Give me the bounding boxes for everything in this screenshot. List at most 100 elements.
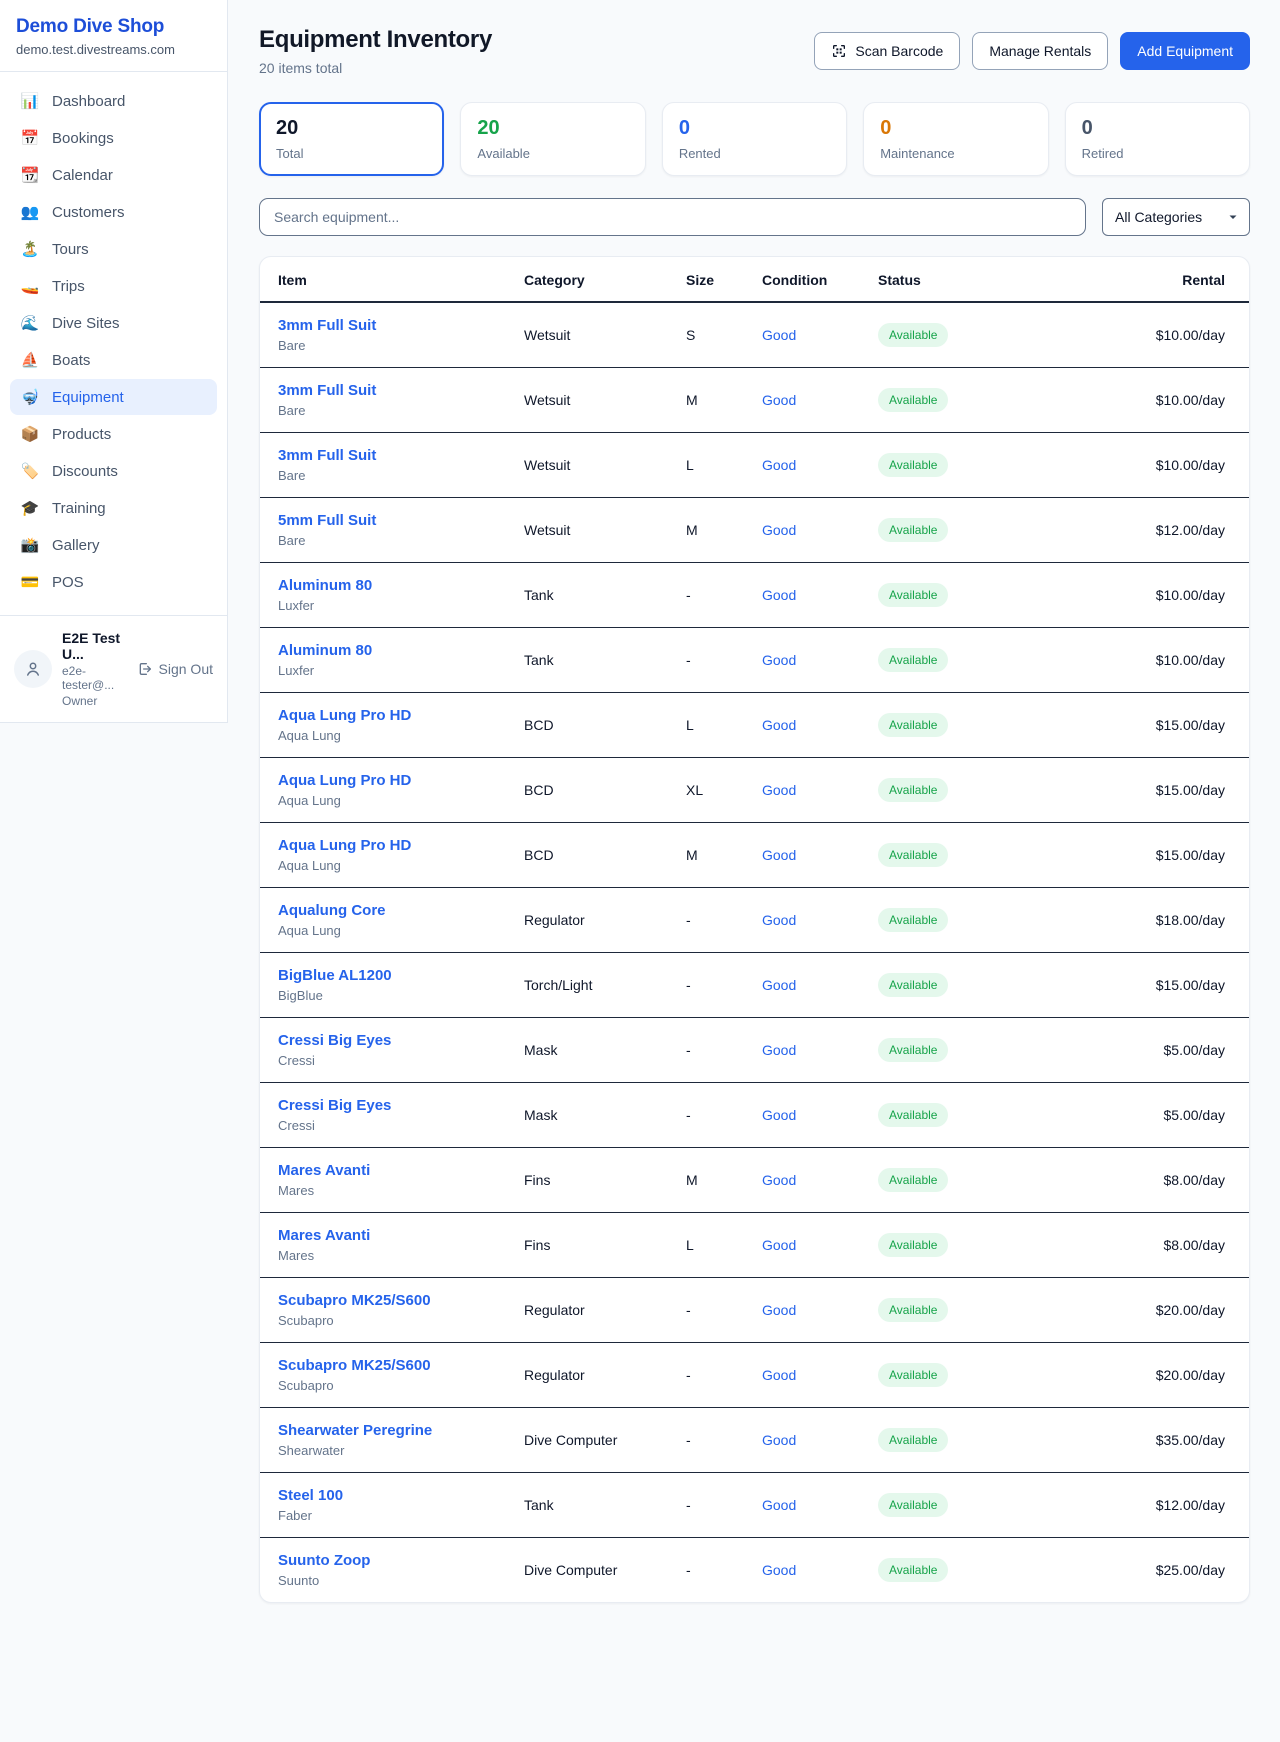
condition-link[interactable]: Good <box>762 1497 796 1513</box>
item-rental-price: $10.00/day <box>1028 302 1249 368</box>
item-size: M <box>670 368 746 433</box>
item-name-link[interactable]: Aqua Lung Pro HD <box>278 772 492 789</box>
item-name-link[interactable]: Mares Avanti <box>278 1162 492 1179</box>
item-rental-price: $20.00/day <box>1028 1343 1249 1408</box>
status-badge: Available <box>878 323 948 347</box>
item-category: Wetsuit <box>508 498 670 563</box>
status-badge: Available <box>878 843 948 867</box>
credit-card-icon: 💳 <box>20 573 40 591</box>
condition-link[interactable]: Good <box>762 1367 796 1383</box>
condition-link[interactable]: Good <box>762 1432 796 1448</box>
search-input[interactable] <box>259 198 1086 236</box>
sidebar-item-gallery[interactable]: 📸 Gallery <box>10 527 217 563</box>
item-name-link[interactable]: 3mm Full Suit <box>278 447 492 464</box>
item-name-link[interactable]: BigBlue AL1200 <box>278 967 492 984</box>
stat-label: Maintenance <box>880 146 1031 161</box>
condition-link[interactable]: Good <box>762 1562 796 1578</box>
scan-barcode-button[interactable]: Scan Barcode <box>814 32 960 70</box>
scan-barcode-label: Scan Barcode <box>855 43 943 59</box>
item-category: BCD <box>508 823 670 888</box>
item-rental-price: $15.00/day <box>1028 823 1249 888</box>
sign-out-button[interactable]: Sign Out <box>137 661 213 677</box>
condition-link[interactable]: Good <box>762 652 796 668</box>
item-name-link[interactable]: Aluminum 80 <box>278 642 492 659</box>
condition-link[interactable]: Good <box>762 587 796 603</box>
column-header-status: Status <box>862 257 1028 302</box>
item-name-link[interactable]: Scubapro MK25/S600 <box>278 1292 492 1309</box>
condition-link[interactable]: Good <box>762 522 796 538</box>
add-equipment-label: Add Equipment <box>1137 43 1233 59</box>
stat-card-available[interactable]: 20 Available <box>460 102 645 176</box>
condition-link[interactable]: Good <box>762 717 796 733</box>
item-name-link[interactable]: 3mm Full Suit <box>278 382 492 399</box>
condition-link[interactable]: Good <box>762 1107 796 1123</box>
sidebar-item-discounts[interactable]: 🏷️ Discounts <box>10 453 217 489</box>
sidebar-item-dashboard[interactable]: 📊 Dashboard <box>10 83 217 119</box>
status-badge: Available <box>878 1428 948 1452</box>
sidebar-item-equipment[interactable]: 🤿 Equipment <box>10 379 217 415</box>
category-select[interactable]: All Categories <box>1102 198 1250 236</box>
condition-link[interactable]: Good <box>762 847 796 863</box>
condition-link[interactable]: Good <box>762 1302 796 1318</box>
item-rental-price: $15.00/day <box>1028 758 1249 823</box>
item-name-link[interactable]: Steel 100 <box>278 1487 492 1504</box>
item-name-link[interactable]: 3mm Full Suit <box>278 317 492 334</box>
item-name-link[interactable]: Suunto Zoop <box>278 1552 492 1569</box>
item-name-link[interactable]: Aqualung Core <box>278 902 492 919</box>
item-name-link[interactable]: Shearwater Peregrine <box>278 1422 492 1439</box>
item-rental-price: $8.00/day <box>1028 1213 1249 1278</box>
status-badge: Available <box>878 1493 948 1517</box>
item-name-link[interactable]: 5mm Full Suit <box>278 512 492 529</box>
item-brand: Cressi <box>278 1118 492 1133</box>
camera-icon: 📸 <box>20 536 40 554</box>
item-brand: Suunto <box>278 1573 492 1588</box>
sidebar-item-boats[interactable]: ⛵ Boats <box>10 342 217 378</box>
condition-link[interactable]: Good <box>762 912 796 928</box>
condition-link[interactable]: Good <box>762 392 796 408</box>
add-equipment-button[interactable]: Add Equipment <box>1120 32 1250 70</box>
sidebar-item-bookings[interactable]: 📅 Bookings <box>10 120 217 156</box>
stat-card-rented[interactable]: 0 Rented <box>662 102 847 176</box>
condition-link[interactable]: Good <box>762 1172 796 1188</box>
sidebar-item-calendar[interactable]: 📆 Calendar <box>10 157 217 193</box>
table-row: Scubapro MK25/S600 Scubapro Regulator - … <box>260 1278 1249 1343</box>
table-row: Shearwater Peregrine Shearwater Dive Com… <box>260 1408 1249 1473</box>
item-category: Fins <box>508 1148 670 1213</box>
stat-card-maintenance[interactable]: 0 Maintenance <box>863 102 1048 176</box>
sidebar-item-label: Dashboard <box>52 93 125 110</box>
status-badge: Available <box>878 518 948 542</box>
sidebar-item-training[interactable]: 🎓 Training <box>10 490 217 526</box>
condition-link[interactable]: Good <box>762 1042 796 1058</box>
condition-link[interactable]: Good <box>762 782 796 798</box>
user-meta: E2E Test U... e2e-tester@... Owner <box>62 630 127 708</box>
sidebar-item-trips[interactable]: 🚤 Trips <box>10 268 217 304</box>
item-name-link[interactable]: Aqua Lung Pro HD <box>278 707 492 724</box>
item-name-link[interactable]: Cressi Big Eyes <box>278 1097 492 1114</box>
condition-link[interactable]: Good <box>762 327 796 343</box>
stat-card-total[interactable]: 20 Total <box>259 102 444 176</box>
item-name-link[interactable]: Aluminum 80 <box>278 577 492 594</box>
graduation-cap-icon: 🎓 <box>20 499 40 517</box>
column-header-size: Size <box>670 257 746 302</box>
table-row: Mares Avanti Mares Fins L Good Available… <box>260 1213 1249 1278</box>
manage-rentals-button[interactable]: Manage Rentals <box>972 32 1108 70</box>
stat-card-retired[interactable]: 0 Retired <box>1065 102 1250 176</box>
item-size: M <box>670 1148 746 1213</box>
sidebar-item-tours[interactable]: 🏝️ Tours <box>10 231 217 267</box>
item-size: - <box>670 1538 746 1603</box>
item-category: Regulator <box>508 1343 670 1408</box>
item-brand: Aqua Lung <box>278 923 492 938</box>
sidebar-item-dive-sites[interactable]: 🌊 Dive Sites <box>10 305 217 341</box>
condition-link[interactable]: Good <box>762 977 796 993</box>
item-name-link[interactable]: Aqua Lung Pro HD <box>278 837 492 854</box>
item-name-link[interactable]: Mares Avanti <box>278 1227 492 1244</box>
sidebar-item-customers[interactable]: 👥 Customers <box>10 194 217 230</box>
item-name-link[interactable]: Cressi Big Eyes <box>278 1032 492 1049</box>
condition-link[interactable]: Good <box>762 457 796 473</box>
sidebar-item-products[interactable]: 📦 Products <box>10 416 217 452</box>
item-name-link[interactable]: Scubapro MK25/S600 <box>278 1357 492 1374</box>
sign-out-label: Sign Out <box>159 661 213 677</box>
sidebar-item-pos[interactable]: 💳 POS <box>10 564 217 600</box>
condition-link[interactable]: Good <box>762 1237 796 1253</box>
table-row: Aluminum 80 Luxfer Tank - Good Available… <box>260 628 1249 693</box>
